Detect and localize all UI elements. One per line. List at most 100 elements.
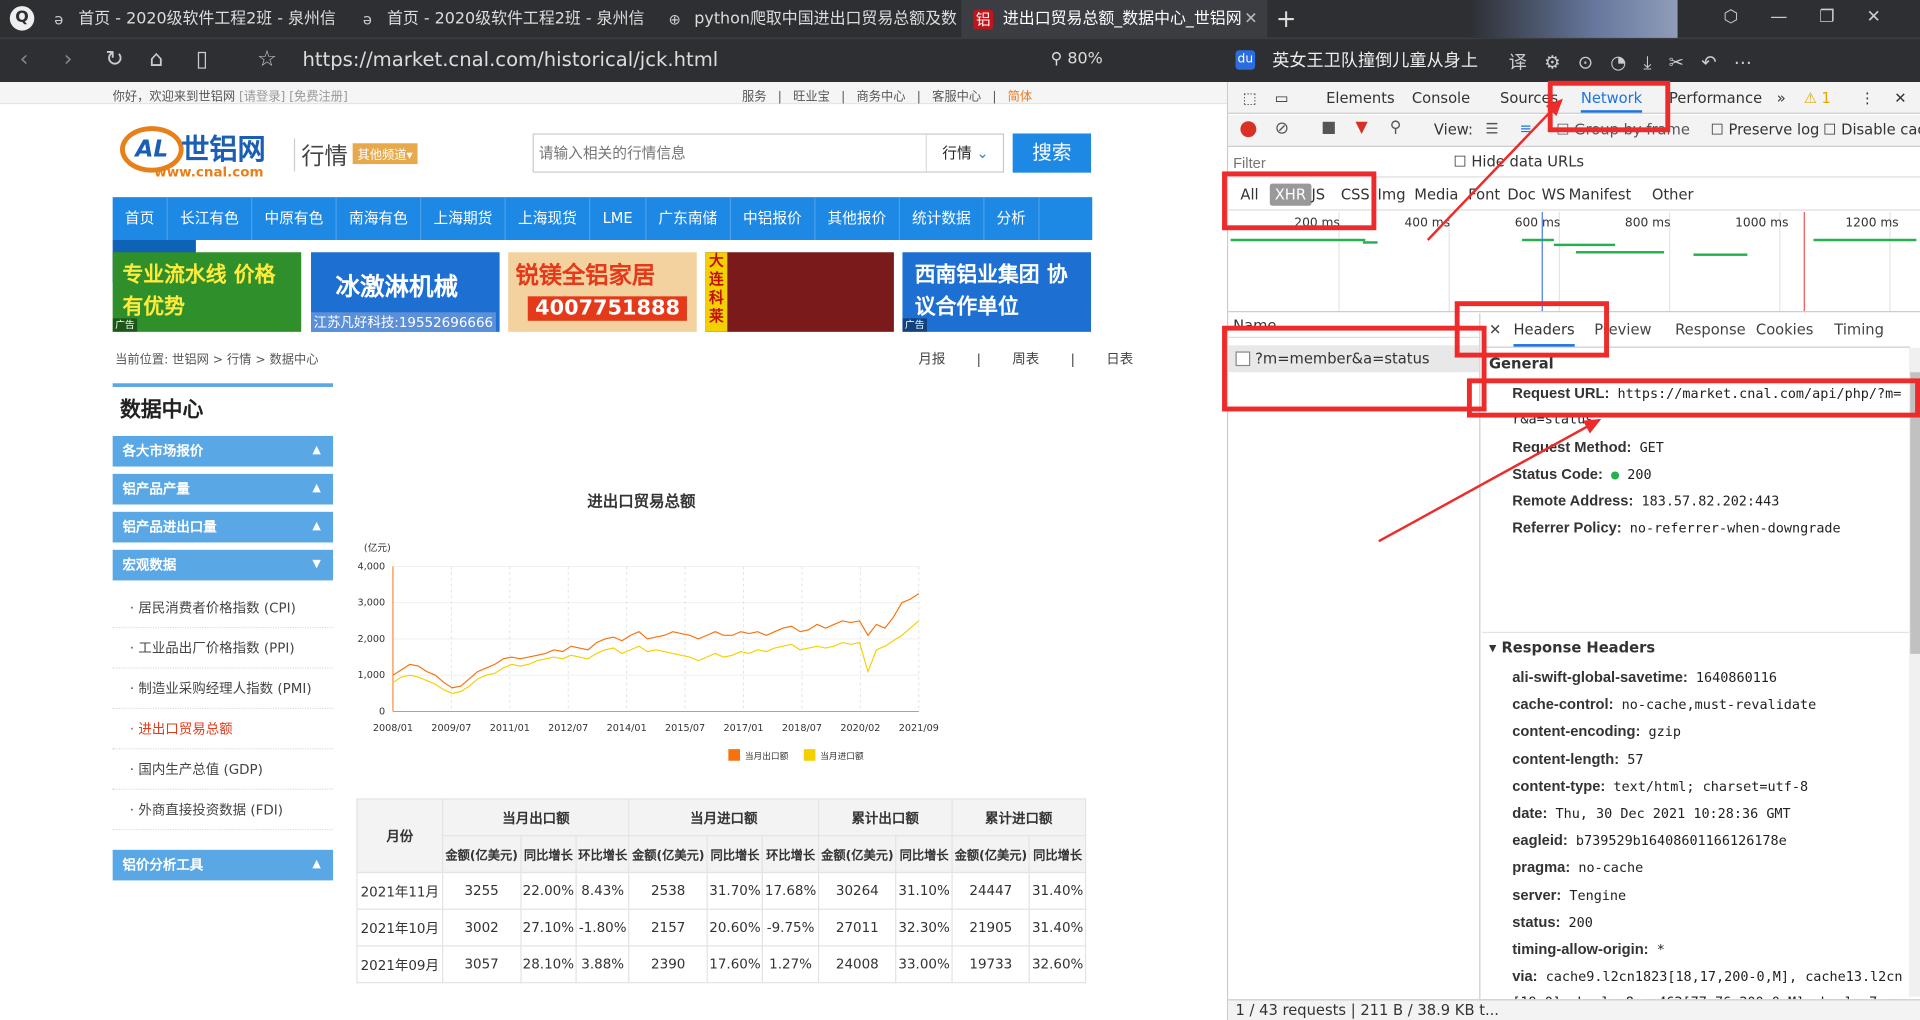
reload-icon[interactable]: ↻ (105, 47, 123, 73)
register-link[interactable]: [免费注册] (289, 91, 348, 104)
clear-icon[interactable]: ⊘ (1275, 119, 1289, 139)
type-filter-all[interactable]: All (1240, 186, 1258, 203)
request-checkbox[interactable] (1235, 351, 1251, 367)
star-icon[interactable]: ☆ (257, 47, 277, 73)
nav-item[interactable]: 分析 (984, 197, 1040, 241)
search-box[interactable]: du 英女王卫队撞倒儿童从身上 (1231, 45, 1503, 77)
tab-headers[interactable]: Headers (1513, 321, 1575, 347)
nav-item[interactable]: 广东南储 (646, 197, 731, 241)
home-icon[interactable]: ⌂ (149, 47, 163, 73)
filter-icon[interactable]: ▼ (1356, 119, 1368, 137)
list-view-icon[interactable]: ☰ (1485, 120, 1498, 137)
sidebar-group[interactable]: 铝产品进出口量 ▲ (112, 511, 334, 543)
report-link[interactable]: 月报 (918, 351, 945, 367)
browser-tab[interactable]: ə 首页 - 2020级软件工程2班 - 泉州信 (37, 0, 343, 38)
sidebar-item[interactable]: · 外商直接投资数据 (FDI) (112, 790, 334, 831)
ad-banner[interactable]: 锐镁全铝家居 4007751888 (508, 252, 697, 332)
toolbar-icons[interactable]: 译⚙⊙◔⤓✂↶⋯ (1509, 49, 1770, 75)
type-filter-manifest[interactable]: Manifest (1569, 186, 1632, 203)
kebab-menu-icon[interactable]: ⋮ (1860, 89, 1875, 106)
nav-item[interactable]: LME (590, 197, 647, 241)
nav-item[interactable]: 上海现货 (506, 197, 591, 241)
breadcrumb-link[interactable]: 世铝网 (172, 354, 209, 367)
type-filter-font[interactable]: Font (1468, 186, 1500, 203)
ad-banner[interactable]: 专业流水线 价格有优势 广告 (112, 252, 302, 332)
nav-item[interactable]: 首页 (113, 197, 168, 241)
hide-data-urls[interactable]: ☐ Hide data URLs (1453, 153, 1584, 170)
scrollbar-thumb[interactable] (1910, 372, 1920, 654)
type-filter-js[interactable]: JS (1311, 186, 1325, 203)
tab-timing[interactable]: Timing (1834, 321, 1884, 338)
browser-tab[interactable]: ə 首页 - 2020级软件工程2班 - 泉州信 (345, 0, 651, 38)
nav-item[interactable]: 上海期货 (421, 197, 506, 241)
close-tab-icon[interactable]: ✕ (1244, 0, 1257, 38)
browser-logo-icon[interactable]: Q (9, 6, 35, 31)
details-scrollbar[interactable] (1908, 347, 1920, 997)
zoom-level[interactable]: ⚲ 80% (1051, 50, 1103, 68)
sidebar-item[interactable]: · 制造业采购经理人指数 (PMI) (112, 669, 334, 709)
search-icon[interactable]: ⚲ (1390, 119, 1402, 137)
tab-cookies[interactable]: Cookies (1756, 321, 1814, 338)
tab-elements[interactable]: Elements (1326, 89, 1394, 106)
forward-icon[interactable]: › (64, 47, 73, 73)
tab-console[interactable]: Console (1412, 89, 1470, 106)
device-icon[interactable]: ▭ (1275, 89, 1289, 106)
url-field[interactable]: https://market.cnal.com/historical/jck.h… (302, 48, 718, 71)
nav-item[interactable]: 南海有色 (337, 197, 422, 241)
camera-icon[interactable]: ■ (1321, 119, 1336, 137)
sidebar-item-current[interactable]: · 进出口贸易总额 (112, 709, 334, 750)
ad-banner[interactable]: 西南铝业集团 协议合作单位 广告 (902, 252, 1092, 332)
waterfall-view-icon[interactable]: ≡ (1520, 120, 1532, 137)
ad-banner[interactable]: 大连科莱 (705, 252, 894, 332)
tab-network[interactable]: Network (1580, 89, 1643, 113)
type-filter-xhr[interactable]: XHR (1269, 183, 1311, 206)
nav-item[interactable]: 长江有色 (168, 197, 253, 241)
top-link[interactable]: 服务 (742, 91, 766, 104)
sidebar-group[interactable]: 各大市场报价 ▲ (112, 435, 334, 467)
type-filter-css[interactable]: CSS (1341, 186, 1370, 203)
nav-item[interactable]: 中铝报价 (731, 197, 816, 241)
type-filter-doc[interactable]: Doc (1507, 186, 1535, 203)
nav-item[interactable]: 统计数据 (900, 197, 985, 241)
breadcrumb-link[interactable]: 行情 (227, 354, 251, 367)
disable-cache[interactable]: ☐ Disable cache (1823, 121, 1920, 138)
preserve-log[interactable]: ☐ Preserve log (1711, 121, 1820, 138)
browser-tab-active[interactable]: 铝进出口贸易总额_数据中心_世铝网 ✕ (961, 0, 1268, 38)
request-row[interactable]: ?m=member&a=status (1228, 345, 1480, 373)
new-tab-icon[interactable]: + (1276, 4, 1297, 33)
tab-sources[interactable]: Sources (1500, 89, 1558, 106)
type-filter-ws[interactable]: WS (1542, 186, 1566, 203)
sidebar-group[interactable]: 铝产品产量 ▲ (112, 473, 334, 505)
group-by-frame[interactable]: ☐ Group by frame (1556, 121, 1690, 138)
response-headers-title[interactable]: ▾ Response Headers (1489, 639, 1655, 656)
nav-item[interactable]: 中原有色 (252, 197, 337, 241)
ad-banner[interactable]: 冰激淋机械 江苏凡好科技:19552696666 (311, 252, 500, 332)
type-filter-img[interactable]: Img (1378, 186, 1406, 203)
close-details-icon[interactable]: ✕ (1489, 321, 1501, 338)
general-section-title[interactable]: General (1489, 355, 1554, 372)
close-devtools-icon[interactable]: ✕ (1894, 89, 1906, 106)
name-column-header[interactable]: Name (1228, 313, 1480, 338)
tab-preview[interactable]: Preview (1594, 321, 1651, 338)
search-category-select[interactable]: 行情 ⌄ (925, 134, 1004, 172)
other-channel-button[interactable]: 其他频道▾ (352, 143, 418, 165)
filter-input[interactable] (1233, 151, 1437, 174)
report-link[interactable]: 周表 (1012, 351, 1039, 367)
type-filter-media[interactable]: Media (1414, 186, 1458, 203)
tab-performance[interactable]: Performance (1669, 89, 1762, 106)
inspect-icon[interactable]: ⬚ (1243, 89, 1257, 106)
record-icon[interactable] (1240, 121, 1257, 138)
site-search-input[interactable] (533, 134, 924, 172)
back-icon[interactable]: ‹ (20, 47, 29, 73)
browser-tab[interactable]: ⊕ python爬取中国进出口贸易总额及数 (653, 0, 959, 38)
sidebar-group-open[interactable]: 宏观数据 ▼ (112, 549, 334, 581)
window-controls[interactable]: ⬡—❐✕ (1723, 7, 1912, 27)
language-link[interactable]: 简体 (1008, 91, 1032, 104)
report-link[interactable]: 日表 (1106, 351, 1133, 367)
nav-item[interactable]: 其他报价 (815, 197, 900, 241)
site-search-button[interactable]: 搜索 (1012, 133, 1092, 173)
login-link[interactable]: [请登录] (239, 91, 285, 104)
reader-icon[interactable]: ▯ (196, 47, 208, 73)
tab-response[interactable]: Response (1675, 321, 1746, 338)
top-link[interactable]: 旺业宝 (793, 91, 830, 104)
